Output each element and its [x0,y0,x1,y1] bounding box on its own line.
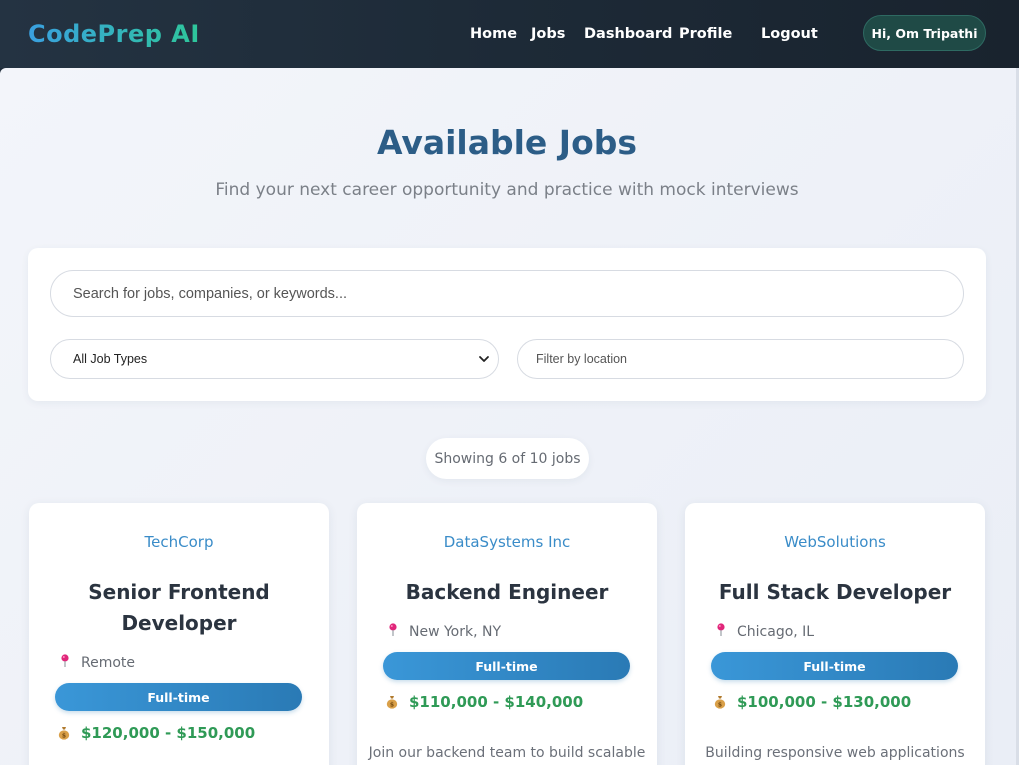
job-salary-text: $120,000 - $150,000 [81,724,256,742]
page-subtitle: Find your next career opportunity and pr… [215,180,799,200]
job-title: Senior Frontend [88,580,270,604]
svg-text:$: $ [62,733,66,740]
job-company: DataSystems Inc [443,533,571,551]
job-title: Backend Engineer [405,580,609,604]
job-search-input[interactable] [50,270,964,317]
location-filter-input[interactable] [517,339,964,379]
job-location: Remote [59,654,135,672]
job-salary: $ $100,000 - $130,000 [713,692,911,712]
job-description: Building responsive web applications [705,745,965,761]
job-location: New York, NY [387,623,501,641]
nav-dashboard-link[interactable]: Dashboard [584,24,672,44]
job-location-text: Remote [81,655,136,671]
jobs-page: Available Jobs Find your next career opp… [0,68,1019,765]
page-title: Available Jobs [376,123,638,162]
pushpin-icon [61,654,69,667]
nav-profile-link[interactable]: Profile [679,24,732,44]
job-company: WebSolutions [784,533,886,551]
job-type-selected-value: All Job Types [73,352,148,366]
job-salary-text: $100,000 - $130,000 [737,693,912,711]
navbar: CodePrep AI Home Jobs Dashboard Profile … [0,0,1019,68]
job-description: Join our backend team to build scalable [368,745,646,761]
nav-jobs-link[interactable]: Jobs [531,24,565,44]
pushpin-icon [717,623,725,636]
job-location-text: Chicago, IL [737,624,815,640]
nav-logout-link[interactable]: Logout [761,24,818,44]
chevron-down-icon [479,356,489,362]
results-count-badge: Showing 6 of 10 jobs [426,438,589,479]
job-type-badge: Full-time [711,652,958,680]
job-type-badge: Full-time [383,652,630,680]
nav-home-link[interactable]: Home [470,24,517,44]
money-bag-icon: $ [714,696,726,709]
job-type-badge: Full-time [55,683,302,711]
job-salary: $ $110,000 - $140,000 [385,692,583,712]
search-panel: All Job Types [28,248,986,401]
job-title: Full Stack Developer [718,580,952,604]
job-salary: $ $120,000 - $150,000 [57,723,255,743]
svg-text:$: $ [390,702,394,709]
job-title-continued: Developer [121,611,237,635]
job-location-text: New York, NY [409,624,502,640]
job-salary-text: $110,000 - $140,000 [409,693,584,711]
svg-text:$: $ [718,702,722,709]
job-location: Chicago, IL [715,623,814,641]
job-card[interactable]: WebSolutions Full Stack Developer Chicag… [685,503,985,765]
pushpin-icon [389,623,397,636]
money-bag-icon: $ [386,696,398,709]
job-type-select[interactable]: All Job Types [50,339,499,379]
job-company: TechCorp [144,533,214,551]
job-card[interactable]: TechCorp Senior Frontend Developer Remot… [29,503,329,765]
user-greeting-badge[interactable]: Hi, Om Tripathi [863,15,986,51]
job-card[interactable]: DataSystems Inc Backend Engineer New Yor… [357,503,657,765]
money-bag-icon: $ [58,727,70,740]
